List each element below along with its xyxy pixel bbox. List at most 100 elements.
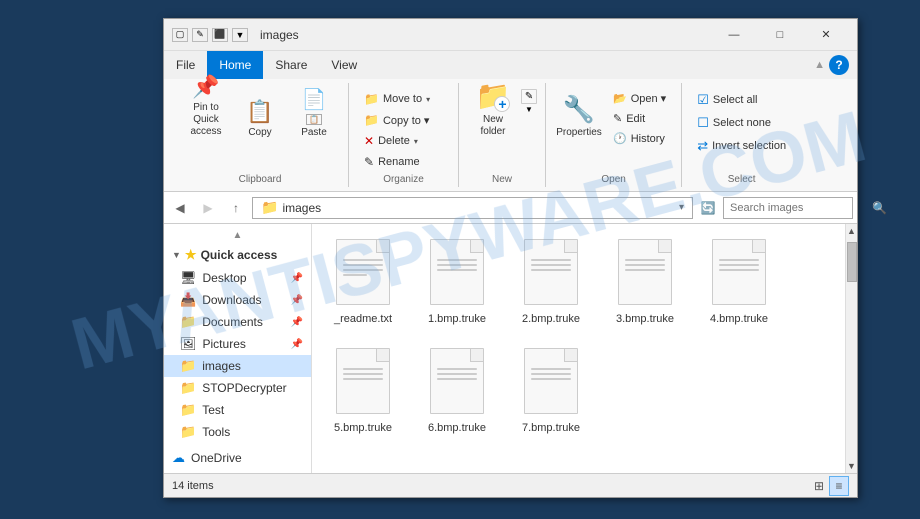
pictures-icon: 🖼 <box>180 336 197 352</box>
documents-icon: 📁 <box>180 314 196 330</box>
sidebar-item-tools[interactable]: 📁 Tools <box>164 421 311 443</box>
file-name-7: 7.bmp.truke <box>522 421 580 435</box>
ribbon-group-open: 🔧 Properties 📂 Open ▾ ✎ Edit 🕐 History <box>546 83 682 187</box>
back-button[interactable]: ◀ <box>168 196 192 220</box>
help-button[interactable]: ? <box>829 55 849 75</box>
new-item-dropdown[interactable]: ✎ ▼ <box>521 89 537 117</box>
file-item-2[interactable]: 2.bmp.truke <box>508 232 594 333</box>
ribbon-group-new: 📁 + Newfolder ✎ ▼ New <box>459 83 546 187</box>
pin-to-quick-button[interactable]: 📌 Pin to Quickaccess <box>180 85 232 141</box>
open-small-buttons: 📂 Open ▾ ✎ Edit 🕐 History <box>606 85 673 148</box>
select-all-button[interactable]: ☑ Select all <box>690 89 793 111</box>
status-bar: 14 items ⊞ ≡ <box>164 473 857 497</box>
delete-button[interactable]: ✕ Delete ▾ <box>357 131 437 151</box>
file-icon-6 <box>427 348 487 418</box>
documents-label: Documents <box>202 315 263 329</box>
ribbon-collapse-arrow[interactable]: ▲ <box>814 59 825 71</box>
select-none-button[interactable]: ☐ Select none <box>690 112 793 134</box>
copy-to-button[interactable]: 📁 Copy to ▾ <box>357 110 437 130</box>
refresh-button[interactable]: 🔄 <box>697 197 719 219</box>
file-item-7[interactable]: 7.bmp.truke <box>508 341 594 442</box>
file-item-3[interactable]: 3.bmp.truke <box>602 232 688 333</box>
scroll-down-arrow[interactable]: ▼ <box>845 459 857 473</box>
title-bar: ▢ ✎ ⬛ ▼ images — □ ✕ <box>164 19 857 51</box>
history-button[interactable]: 🕐 History <box>606 129 673 148</box>
downloads-pin-icon: 📌 <box>291 295 303 306</box>
images-folder-icon: 📁 <box>180 358 196 374</box>
new-folder-button[interactable]: 📁 + Newfolder <box>467 85 519 141</box>
tb-icon-1: ▢ <box>172 28 188 42</box>
maximize-button[interactable]: □ <box>757 19 803 51</box>
move-to-button[interactable]: 📁 Move to ▾ <box>357 89 437 109</box>
explorer-window: ▢ ✎ ⬛ ▼ images — □ ✕ File Home Share Vie… <box>163 18 858 498</box>
file-item-4[interactable]: 4.bmp.truke <box>696 232 782 333</box>
address-folder-icon: 📁 <box>261 199 278 216</box>
sidebar-item-desktop[interactable]: 🖥 Desktop 📌 <box>164 267 311 289</box>
desktop-icon: 🖥 <box>180 270 197 286</box>
vertical-scrollbar[interactable]: ▲ ▼ <box>845 224 857 473</box>
ribbon-clipboard-buttons: 📌 Pin to Quickaccess 📋 Copy 📄 📋 Paste <box>180 85 340 172</box>
file-icon-3 <box>615 239 675 309</box>
address-path: images <box>282 201 321 215</box>
tb-dropdown[interactable]: ▼ <box>232 28 248 42</box>
sidebar-scroll-up[interactable]: ▲ <box>164 228 311 243</box>
select-buttons: ☑ Select all ☐ Select none ⇄ Invert sele… <box>690 85 793 157</box>
file-icon-7 <box>521 348 581 418</box>
file-item-1[interactable]: 1.bmp.truke <box>414 232 500 333</box>
file-item-5[interactable]: 5.bmp.truke <box>320 341 406 442</box>
tb-icon-2: ✎ <box>192 28 208 42</box>
view-list-button[interactable]: ≡ <box>829 476 849 496</box>
scroll-up-arrow[interactable]: ▲ <box>845 224 857 238</box>
open-label: Open <box>554 172 673 185</box>
organize-buttons: 📁 Move to ▾ 📁 Copy to ▾ ✕ Delete ▾ ✎ Ren… <box>357 85 437 172</box>
sidebar: ▲ ▼ ★ Quick access 🖥 Desktop 📌 📥 Downloa… <box>164 224 312 473</box>
file-item-6[interactable]: 6.bmp.truke <box>414 341 500 442</box>
quick-access-label: Quick access <box>201 248 278 262</box>
sidebar-item-onedrive[interactable]: ☁ OneDrive <box>164 447 311 469</box>
file-icon-2 <box>521 239 581 309</box>
open-button[interactable]: 📂 Open ▾ <box>606 89 673 108</box>
close-button[interactable]: ✕ <box>803 19 849 51</box>
minimize-button[interactable]: — <box>711 19 757 51</box>
file-area[interactable]: _readme.txt 1.bmp.truke <box>312 224 845 473</box>
file-icon-readme <box>333 239 393 309</box>
forward-button[interactable]: ▶ <box>196 196 220 220</box>
tools-label: Tools <box>202 425 230 439</box>
file-icon-5 <box>333 348 393 418</box>
search-input[interactable] <box>730 202 872 214</box>
quick-access-star-icon: ★ <box>185 247 197 263</box>
organize-label: Organize <box>357 172 450 185</box>
sidebar-item-test[interactable]: 📁 Test <box>164 399 311 421</box>
up-button[interactable]: ↑ <box>224 196 248 220</box>
sidebar-item-pictures[interactable]: 🖼 Pictures 📌 <box>164 333 311 355</box>
invert-selection-button[interactable]: ⇄ Invert selection <box>690 135 793 157</box>
address-bar: ◀ ▶ ↑ 📁 images ▾ 🔄 🔍 <box>164 192 857 224</box>
window-controls: — □ ✕ <box>711 19 849 51</box>
test-folder-icon: 📁 <box>180 402 196 418</box>
address-dropdown-arrow[interactable]: ▾ <box>679 202 684 213</box>
menu-view[interactable]: View <box>319 51 369 79</box>
rename-button[interactable]: ✎ Rename <box>357 152 437 172</box>
ribbon-group-clipboard: 📌 Pin to Quickaccess 📋 Copy 📄 📋 Paste Cl… <box>172 83 349 187</box>
title-bar-icons: ▢ ✎ ⬛ ▼ <box>172 28 248 42</box>
status-item-count: 14 items <box>172 480 809 492</box>
address-field[interactable]: 📁 images ▾ <box>252 197 693 219</box>
copy-button[interactable]: 📋 Copy <box>234 85 286 141</box>
menu-bar: File Home Share View ▲ ? <box>164 51 857 79</box>
scroll-thumb[interactable] <box>847 242 857 282</box>
paste-button[interactable]: 📄 📋 Paste <box>288 85 340 141</box>
sidebar-item-stopdecrypter[interactable]: 📁 STOPDecrypter <box>164 377 311 399</box>
view-tiles-button[interactable]: ⊞ <box>809 476 829 496</box>
file-item-readme[interactable]: _readme.txt <box>320 232 406 333</box>
sidebar-item-downloads[interactable]: 📥 Downloads 📌 <box>164 289 311 311</box>
select-label: Select <box>690 172 793 185</box>
sidebar-section-quick-access[interactable]: ▼ ★ Quick access <box>164 243 311 267</box>
downloads-label: Downloads <box>202 293 261 307</box>
properties-button[interactable]: 🔧 Properties <box>554 85 604 141</box>
tools-folder-icon: 📁 <box>180 424 196 440</box>
menu-share[interactable]: Share <box>263 51 319 79</box>
edit-small-button[interactable]: ✎ Edit <box>606 109 673 128</box>
ribbon-group-select: ☑ Select all ☐ Select none ⇄ Invert sele… <box>682 83 801 187</box>
sidebar-item-images[interactable]: 📁 images <box>164 355 311 377</box>
sidebar-item-documents[interactable]: 📁 Documents 📌 <box>164 311 311 333</box>
